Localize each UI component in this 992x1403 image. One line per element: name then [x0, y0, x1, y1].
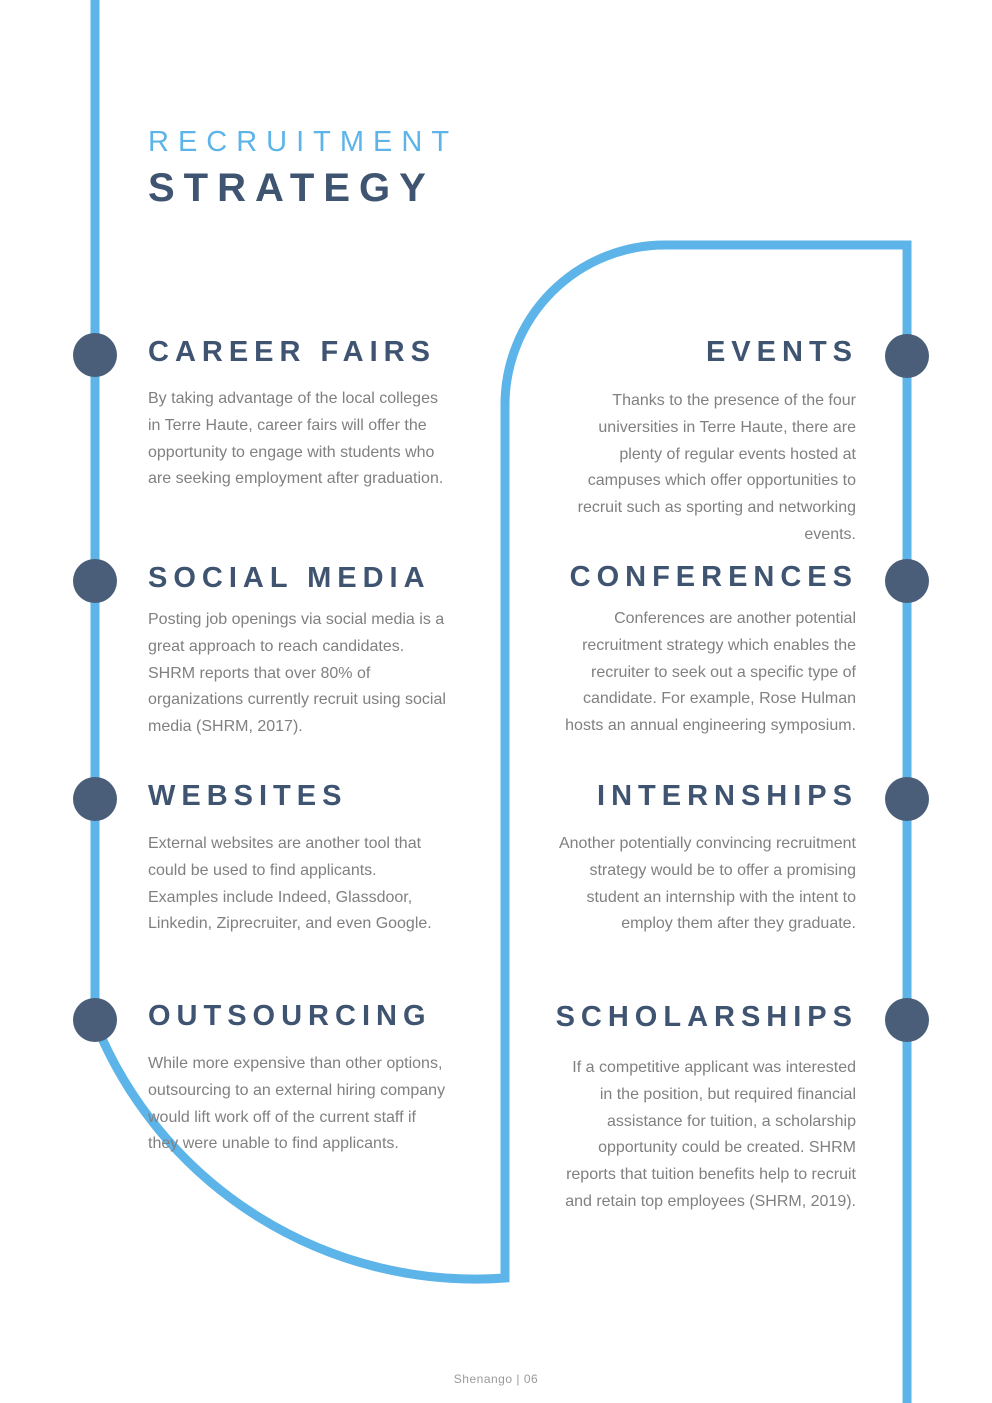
- page-footer: Shenango | 06: [0, 1372, 992, 1386]
- footer-brand: Shenango: [453, 1372, 513, 1386]
- scholarships-heading: SCHOLARSHIPS: [555, 1001, 858, 1033]
- timeline-dot-events: [885, 334, 929, 378]
- conferences-text: Conferences are another potential recrui…: [565, 610, 856, 735]
- outsourcing-text: While more expensive than other options,…: [148, 1055, 446, 1153]
- timeline-dot-outsourcing: [73, 998, 117, 1042]
- footer-page-number: 06: [523, 1372, 539, 1386]
- websites-text: External websites are another tool that …: [148, 835, 432, 933]
- social-media-heading: SOCIAL MEDIA: [148, 562, 431, 594]
- timeline-dot-conferences: [885, 559, 929, 603]
- events-heading: EVENTS: [705, 336, 858, 368]
- page-title-top: RECRUITMENT: [148, 126, 459, 158]
- timeline-dot-websites: [73, 777, 117, 821]
- timeline-dot-scholarships: [885, 998, 929, 1042]
- timeline-dot-social-media: [73, 559, 117, 603]
- timeline-dot-internships: [885, 777, 929, 821]
- page-title-main: STRATEGY: [148, 166, 435, 210]
- internships-heading: INTERNSHIPS: [597, 780, 858, 812]
- career-fairs-heading: CAREER FAIRS: [148, 336, 436, 368]
- conferences-heading: CONFERENCES: [569, 561, 858, 593]
- outsourcing-heading: OUTSOURCING: [148, 1000, 432, 1032]
- footer-separator: |: [516, 1372, 520, 1386]
- scholarships-text: If a competitive applicant was intereste…: [565, 1059, 856, 1210]
- events-text: Thanks to the presence of the four unive…: [577, 392, 856, 543]
- websites-heading: WEBSITES: [148, 780, 348, 812]
- internships-text: Another potentially convincing recruitme…: [558, 835, 856, 933]
- timeline-dot-career-fairs: [73, 333, 117, 377]
- social-media-text: Posting job openings via social media is…: [148, 611, 446, 736]
- career-fairs-text: By taking advantage of the local college…: [148, 390, 444, 488]
